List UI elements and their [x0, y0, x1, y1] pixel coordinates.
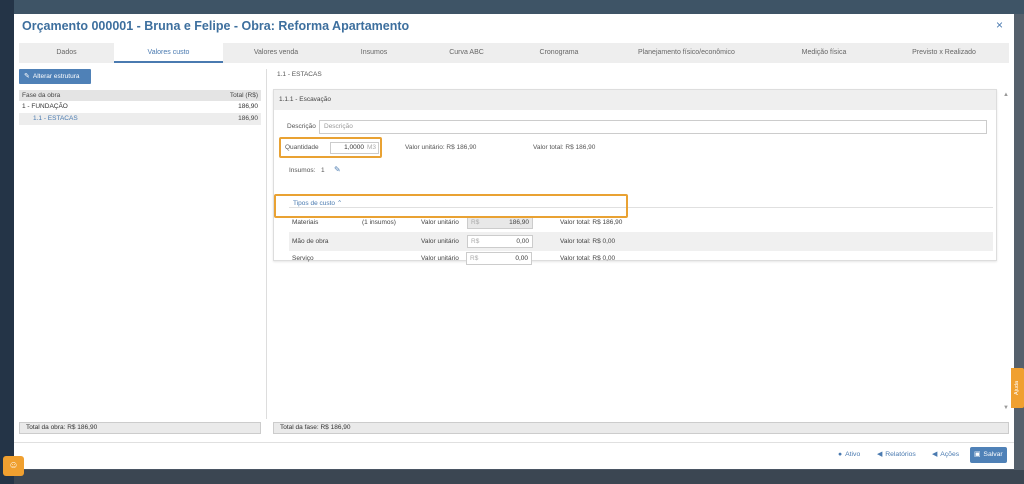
circle-icon: ●: [838, 451, 843, 458]
tab-insumos[interactable]: Insumos: [329, 43, 419, 63]
budget-modal: Orçamento 000001 - Bruna e Felipe - Obra…: [14, 14, 1014, 469]
chat-icon[interactable]: ☺: [3, 456, 24, 476]
panel-divider: [266, 69, 267, 419]
save-icon: ▣: [974, 451, 981, 458]
help-tab[interactable]: Ajuda: [1011, 368, 1024, 408]
quantidade-label: Quantidade: [285, 144, 319, 151]
header-fase: Fase da obra: [22, 92, 61, 99]
app-sidebar-background: [0, 0, 14, 484]
tab-valores-custo[interactable]: Valores custo: [114, 43, 223, 63]
currency-label: R$: [470, 255, 479, 262]
currency-label: R$: [471, 219, 480, 226]
tab-medicao-fisica[interactable]: Medição física: [769, 43, 879, 63]
phase-row-fundacao[interactable]: 1 - FUNDAÇÃO 186,90: [19, 101, 261, 113]
cost-vu-value: 0,00: [516, 238, 529, 245]
cost-total: Valor total: R$ 0,00: [560, 255, 616, 262]
scroll-up-icon[interactable]: ▲: [1003, 92, 1009, 98]
save-label: Salvar: [983, 451, 1003, 458]
phase-table-header: Fase da obra Total (R$): [19, 90, 261, 101]
descricao-label: Descrição: [287, 123, 316, 130]
cost-name: Materiais: [292, 219, 319, 226]
edit-insumos-icon[interactable]: ✎: [334, 165, 341, 174]
report-icon: ◀: [877, 451, 883, 458]
servico-vu-input[interactable]: R$ 0,00: [466, 252, 532, 265]
valor-unitario-text: Valor unitário: R$ 186,90: [405, 144, 477, 151]
modal-title: Orçamento 000001 - Bruna e Felipe - Obra…: [22, 19, 410, 33]
tab-planejamento[interactable]: Planejamento físico/econômico: [604, 43, 769, 63]
total-column-shade: [207, 101, 261, 418]
cost-vu-label: Valor unitário: [421, 219, 459, 226]
cost-total: Valor total: R$ 186,90: [560, 219, 623, 226]
tab-previsto-realizado[interactable]: Previsto x Realizado: [879, 43, 1009, 63]
tab-cronograma[interactable]: Cronograma: [514, 43, 604, 63]
phase-value: 186,90: [238, 103, 258, 110]
descricao-input[interactable]: Descrição: [319, 120, 987, 134]
app-header-background: [14, 0, 1024, 14]
tab-curva-abc[interactable]: Curva ABC: [419, 43, 514, 63]
vertical-scrollbar[interactable]: ▲ ▼: [1002, 89, 1010, 419]
section-title: 1.1.1 - Escavação: [274, 90, 996, 110]
relatorios-label: Relatórios: [885, 451, 916, 458]
tab-dados[interactable]: Dados: [19, 43, 114, 63]
breadcrumb: 1.1 - ESTACAS: [277, 71, 322, 78]
quantidade-unit: M3: [366, 144, 376, 151]
relatorios-button[interactable]: ◀ Relatórios: [873, 447, 920, 463]
cost-vu-label: Valor unitário: [421, 255, 459, 262]
cost-vu-label: Valor unitário: [421, 238, 459, 245]
total-fase: Total da fase: R$ 186,90: [273, 422, 1009, 434]
phase-label: 1.1 - ESTACAS: [33, 115, 78, 122]
phase-row-estacas[interactable]: 1.1 - ESTACAS 186,90: [19, 113, 261, 125]
ativo-label: Ativo: [845, 451, 861, 458]
servico-vu-value: 0,00: [515, 255, 528, 262]
acoes-button[interactable]: ◀ Ações: [928, 447, 963, 463]
materiais-highlight: [274, 194, 628, 218]
save-button[interactable]: ▣ Salvar: [970, 447, 1007, 463]
quantidade-highlight: Quantidade 1,0000 M3: [279, 137, 382, 158]
scroll-down-icon[interactable]: ▼: [1003, 405, 1009, 411]
cost-row-mao-de-obra: Mão de obra Valor unitário R$ 0,00 Valor …: [289, 232, 993, 251]
acoes-label: Ações: [940, 451, 960, 458]
cost-insumos: (1 insumos): [362, 219, 396, 226]
insumos-count: 1: [321, 167, 325, 174]
phase-value: 186,90: [238, 115, 258, 122]
cost-vu-value: 186,90: [509, 219, 529, 226]
cost-row-servico: Serviço Valor unitário Valor total: R$ 0…: [289, 251, 993, 262]
cost-name: Mão de obra: [292, 238, 329, 245]
phase-label: 1 - FUNDAÇÃO: [22, 103, 68, 110]
app-footer-background: [14, 470, 1024, 484]
footer-divider: [14, 442, 1014, 443]
tab-valores-venda[interactable]: Valores venda: [223, 43, 329, 63]
ativo-button[interactable]: ● Ativo: [834, 447, 864, 463]
alter-structure-label: Alterar estrutura: [32, 73, 80, 80]
quantidade-input[interactable]: 1,0000 M3: [330, 142, 379, 154]
cost-total: Valor total: R$ 0,00: [560, 238, 616, 245]
pencil-icon: ✎: [24, 73, 30, 80]
header-total: Total (R$): [229, 92, 258, 99]
service-detail-panel: 1.1.1 - Escavação Descrição Descrição Qu…: [273, 89, 997, 262]
insumos-label: Insumos:: [289, 167, 316, 174]
close-icon[interactable]: ×: [996, 18, 1003, 32]
currency-label: R$: [471, 238, 480, 245]
quantidade-value: 1,0000: [344, 144, 364, 151]
tab-bar: Dados Valores custo Valores venda Insumo…: [19, 43, 1009, 63]
cost-name: Serviço: [292, 255, 314, 262]
cost-vu-input[interactable]: R$ 0,00: [467, 235, 533, 248]
valor-total-text: Valor total: R$ 186,90: [533, 144, 596, 151]
alter-structure-button[interactable]: ✎ Alterar estrutura: [19, 69, 91, 84]
total-obra: Total da obra: R$ 186,90: [19, 422, 261, 434]
phase-tree-panel: Fase da obra Total (R$) 1 - FUNDAÇÃO 186…: [19, 90, 261, 418]
actions-icon: ◀: [932, 451, 938, 458]
